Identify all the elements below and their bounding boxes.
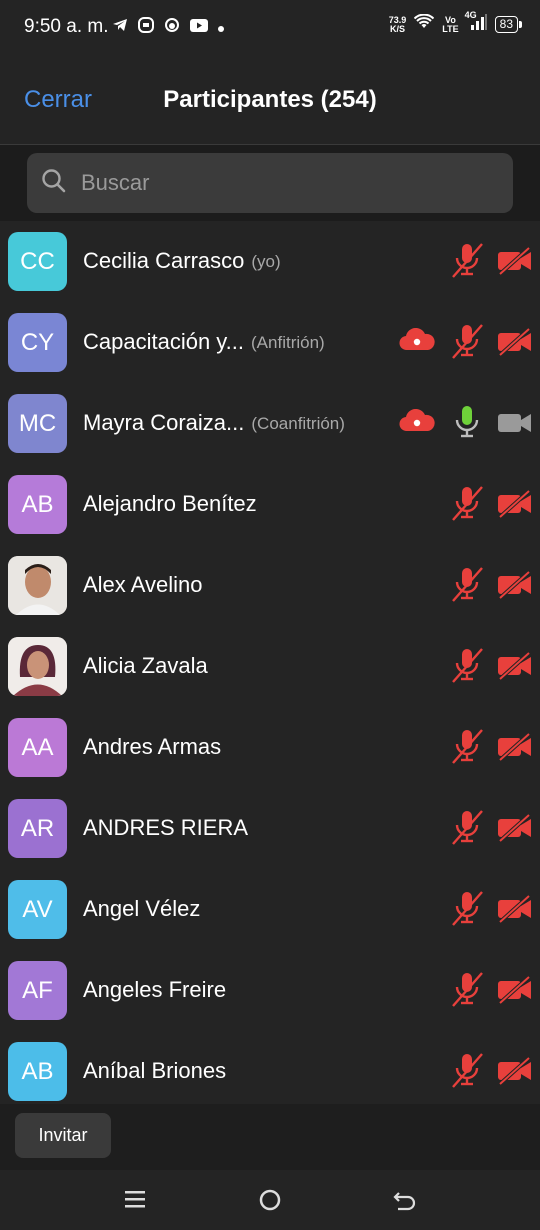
participant-row[interactable]: AV Angel Vélez: [0, 869, 540, 950]
mic-muted-icon[interactable]: [450, 241, 484, 284]
headset-icon: [164, 17, 180, 38]
participant-name: Angel Vélez: [83, 896, 201, 921]
video-off-icon[interactable]: [497, 813, 533, 847]
participant-name: Alicia Zavala: [83, 653, 208, 678]
back-icon[interactable]: [393, 1188, 417, 1217]
participant-row[interactable]: MC Mayra Coraiza... (Coanfitrión): [0, 383, 540, 464]
mic-muted-icon[interactable]: [450, 484, 484, 527]
participant-name: Aníbal Briones: [83, 1058, 227, 1083]
participant-row[interactable]: AF Angeles Freire: [0, 950, 540, 1031]
participant-name: Capacitación y...: [83, 329, 245, 354]
participant-role: (Anfitrión): [251, 333, 325, 352]
system-status: 73.9 K/S Vo LTE 4G 83: [389, 10, 523, 35]
header: Cerrar Participantes (254): [0, 56, 540, 145]
search-input[interactable]: [79, 169, 483, 197]
mic-muted-icon[interactable]: [450, 1051, 484, 1094]
video-off-icon[interactable]: [497, 651, 533, 685]
mic-muted-icon[interactable]: [450, 565, 484, 608]
participant-name: Alex Avelino: [83, 572, 203, 597]
mic-muted-icon[interactable]: [450, 889, 484, 932]
participant-role: (Coanfitrión): [251, 414, 345, 433]
page-title: Participantes (254): [163, 86, 377, 113]
search-icon: [27, 168, 67, 199]
youtube-icon: [190, 18, 208, 37]
mic-muted-icon[interactable]: [450, 727, 484, 770]
avatar: CY: [8, 313, 67, 372]
mic-muted-icon[interactable]: [450, 808, 484, 851]
avatar: AB: [8, 1042, 67, 1101]
signal-icon: 4G: [465, 10, 487, 35]
video-off-icon[interactable]: [497, 489, 533, 523]
mic-muted-icon[interactable]: [450, 322, 484, 365]
mic-muted-icon[interactable]: [450, 646, 484, 689]
participant-row[interactable]: CY Capacitación y... (Anfitrión): [0, 302, 540, 383]
participant-list: CC Cecilia Carrasco (yo) CY Capacitación y..…: [0, 221, 540, 1104]
cloud-recording-icon: [398, 408, 436, 438]
avatar: [8, 637, 67, 696]
video-off-icon[interactable]: [497, 327, 533, 361]
mic-on-icon[interactable]: [450, 403, 484, 446]
volte-bottom: LTE: [442, 23, 459, 34]
status-bar: 9:50 a. m. 73.9 K/S Vo LTE 4G 83: [0, 0, 540, 56]
video-off-icon[interactable]: [497, 732, 533, 766]
bottom-bar: Invitar: [0, 1104, 540, 1170]
participant-row[interactable]: Alex Avelino: [0, 545, 540, 626]
avatar: AB: [8, 475, 67, 534]
telegram-icon: [112, 18, 128, 37]
avatar: AR: [8, 799, 67, 858]
avatar: AF: [8, 961, 67, 1020]
video-off-icon[interactable]: [497, 894, 533, 928]
status-time: 9:50 a. m.: [24, 16, 109, 37]
notification-icons: [112, 17, 224, 38]
participant-role: (yo): [251, 252, 281, 271]
mic-muted-icon[interactable]: [450, 970, 484, 1013]
participant-name: Andres Armas: [83, 734, 222, 759]
participant-row[interactable]: AB Alejandro Benítez: [0, 464, 540, 545]
network-type: 4G: [464, 10, 477, 20]
avatar: CC: [8, 232, 67, 291]
volte-indicator: Vo LTE: [442, 15, 459, 34]
network-speed: 73.9 K/S: [389, 15, 407, 34]
participant-row[interactable]: AA Andres Armas: [0, 707, 540, 788]
participant-row[interactable]: AB Aníbal Briones: [0, 1031, 540, 1104]
participant-row[interactable]: CC Cecilia Carrasco (yo): [0, 221, 540, 302]
video-off-icon[interactable]: [497, 570, 533, 604]
video-off-icon[interactable]: [497, 246, 533, 280]
participant-name: Cecilia Carrasco: [83, 248, 245, 273]
participant-name: ANDRES RIERA: [83, 815, 249, 840]
search-area: [0, 145, 540, 221]
participant-name: Angeles Freire: [83, 977, 227, 1002]
wifi-icon: [414, 13, 435, 35]
video-off-icon[interactable]: [497, 975, 533, 1009]
avatar: MC: [8, 394, 67, 453]
participant-name: Alejandro Benítez: [83, 491, 257, 516]
search-box[interactable]: [27, 153, 513, 213]
speed-unit: K/S: [390, 23, 406, 34]
participant-row[interactable]: Alicia Zavala: [0, 626, 540, 707]
invite-button[interactable]: Invitar: [15, 1113, 111, 1158]
participant-name: Mayra Coraiza...: [83, 410, 245, 435]
video-off-icon[interactable]: [497, 1056, 533, 1090]
avatar: [8, 556, 67, 615]
avatar: AV: [8, 880, 67, 939]
system-navigation-bar: [0, 1170, 540, 1230]
cloud-recording-icon: [398, 327, 436, 357]
home-icon[interactable]: [258, 1188, 282, 1217]
battery-indicator: 83: [494, 16, 523, 33]
video-on-icon[interactable]: [497, 409, 533, 442]
participant-row[interactable]: AR ANDRES RIERA: [0, 788, 540, 869]
avatar: AA: [8, 718, 67, 777]
recent-apps-icon[interactable]: [124, 1188, 146, 1215]
app-notification-icon: [138, 17, 154, 38]
dot-icon: [218, 19, 224, 37]
